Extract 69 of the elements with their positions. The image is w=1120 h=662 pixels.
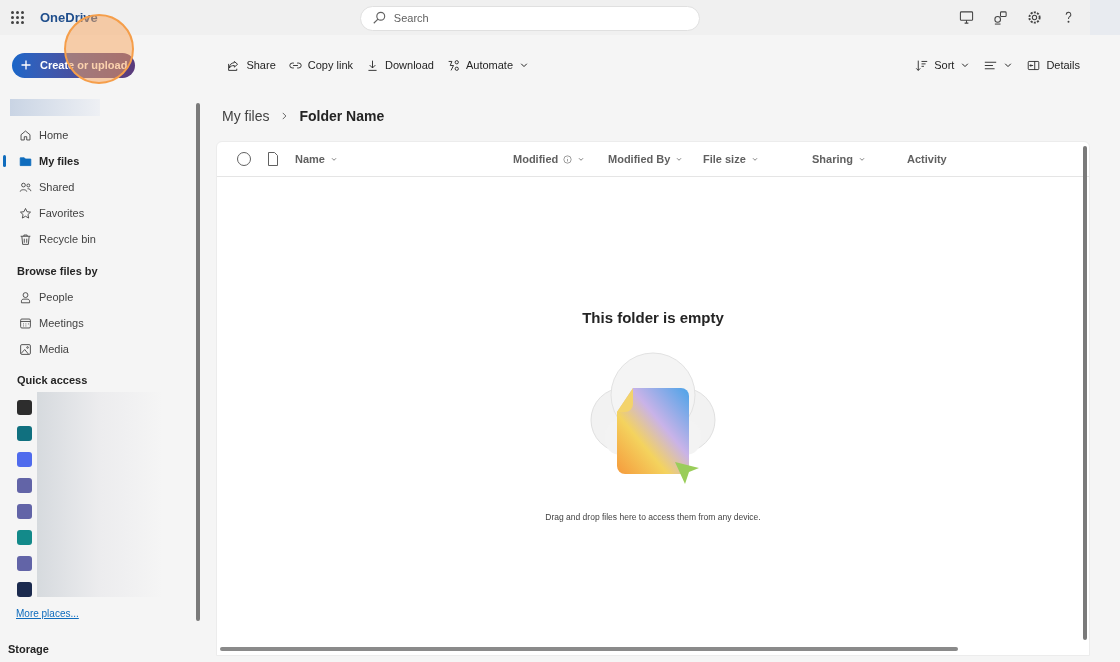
site-icon[interactable] (17, 478, 32, 493)
site-icon[interactable] (17, 530, 32, 545)
monitor-icon[interactable] (959, 10, 974, 25)
search-field[interactable]: Search (359, 5, 700, 31)
column-header[interactable]: Name (295, 150, 513, 168)
section-heading: Quick access (17, 372, 89, 388)
section-heading: Storage (8, 642, 50, 657)
automate-button[interactable]: Automate (446, 56, 530, 74)
site-icon[interactable] (17, 400, 32, 415)
empty-state-hint: Drag and drop files here to access them from any device. (545, 510, 761, 524)
column-header[interactable]: Activity (907, 150, 987, 168)
site-icon[interactable] (17, 504, 32, 519)
star-icon (19, 206, 32, 220)
details-pane-icon (1027, 58, 1041, 72)
nav-item[interactable]: People (0, 284, 205, 311)
chevron-down-icon (857, 155, 866, 163)
breadcrumb-item: Folder Name (299, 106, 385, 126)
chevron-down-icon (577, 155, 586, 163)
home-icon (19, 128, 32, 142)
chevron-down-icon (750, 155, 759, 163)
nav-item[interactable]: My files (0, 148, 205, 174)
column-header[interactable]: Modified (513, 150, 608, 168)
column-header[interactable]: Sharing (812, 150, 907, 168)
download-button[interactable]: Download (366, 56, 434, 74)
chevron-down-icon (1003, 60, 1014, 70)
column-header[interactable]: Modified By (608, 150, 703, 168)
site-icon[interactable] (17, 582, 32, 597)
settings-icon[interactable] (1027, 10, 1042, 25)
empty-state-title: This folder is empty (582, 308, 724, 328)
nav-item[interactable]: Recycle bin (0, 226, 205, 252)
more-places-link[interactable]: More places... (16, 606, 79, 621)
nav-item[interactable]: Media (0, 336, 205, 363)
calendar-icon (19, 317, 32, 330)
sort-button[interactable]: Sort (915, 56, 971, 74)
trash-icon (19, 232, 32, 246)
file-type-icon (267, 152, 279, 166)
details-button[interactable]: Details (1027, 56, 1080, 74)
sort-icon (915, 58, 929, 72)
site-icon[interactable] (17, 426, 32, 441)
nav-item[interactable]: Home (0, 122, 205, 148)
scrollbar[interactable] (220, 647, 958, 651)
flow-icon (446, 58, 460, 72)
plus-icon (20, 59, 32, 71)
chevron-down-icon (960, 60, 971, 70)
download-icon (366, 58, 379, 72)
nav-item[interactable]: Shared (0, 174, 205, 200)
chevron-down-icon (329, 155, 338, 163)
section-heading: Browse files by (17, 264, 99, 279)
share-button[interactable]: Share (227, 56, 276, 74)
link-button[interactable]: Copy link (288, 56, 353, 74)
search-icon (371, 11, 386, 25)
folder-icon (19, 154, 32, 168)
nav-item[interactable]: Favorites (0, 200, 205, 226)
nav-item[interactable]: Meetings (0, 310, 205, 337)
scrollbar[interactable] (196, 103, 200, 621)
info-icon (563, 154, 573, 164)
people-icon (19, 180, 32, 194)
breadcrumb-item[interactable]: My files (222, 105, 270, 127)
people-chat-icon[interactable] (993, 10, 1008, 25)
app-launcher-icon[interactable] (11, 11, 24, 24)
image-icon (19, 343, 32, 356)
person-icon (19, 291, 32, 304)
site-icon[interactable] (17, 452, 32, 467)
scrollbar[interactable] (1083, 146, 1087, 640)
site-icon[interactable] (17, 556, 32, 571)
column-header[interactable]: File size (703, 150, 812, 168)
chevron-down-icon (519, 60, 530, 70)
share-icon (227, 58, 241, 72)
chevron-down-icon (675, 155, 684, 163)
